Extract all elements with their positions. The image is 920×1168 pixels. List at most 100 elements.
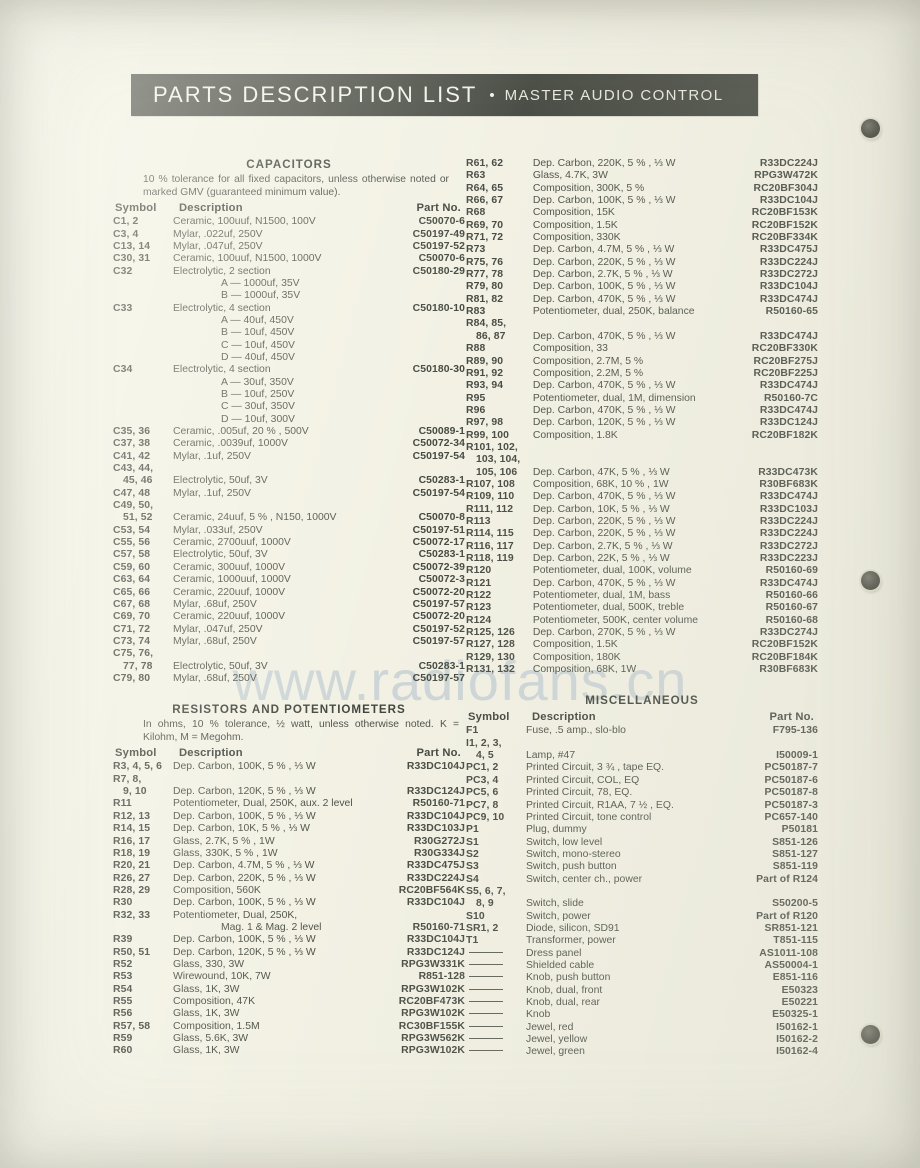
cell-part-no: PC50187-7 xyxy=(764,762,818,774)
cell-part-no: S50200-5 xyxy=(772,898,818,910)
cell-description: Dep. Carbon, 4.7M, 5 % , ⅓ W xyxy=(173,860,315,872)
cell-symbol xyxy=(113,389,173,401)
table-row: C73, 74 Mylar, .68uf, 250V C50197-57 xyxy=(113,636,465,648)
cell-symbol: R30 xyxy=(113,897,133,909)
cell-part-no: R33DC272J xyxy=(759,269,818,281)
table-row: R26, 27 Dep. Carbon, 220K, 5 % , ⅓ W R33DC… xyxy=(113,873,465,885)
cell-symbol: C69, 70 xyxy=(113,611,151,623)
cell-description: Knob, push button xyxy=(526,972,611,984)
cell-symbol: R101, 102, xyxy=(466,441,518,453)
table-row: R123 Potentiometer, dual, 500K, treble R50… xyxy=(466,602,818,614)
cell-part-no xyxy=(389,377,465,389)
cell-description: Dep. Carbon, 2.7K, 5 % , ⅓ W xyxy=(532,540,673,552)
section-note: In ohms, 10 % tolerance, ½ watt, unless … xyxy=(143,719,459,743)
table-header-row: Symbol Description Part No. xyxy=(466,710,818,725)
cell-description: B — 1000uf, 35V xyxy=(221,290,301,302)
cell-description: Dep. Carbon, 470K, 5 % , ⅓ W xyxy=(532,330,676,342)
cell-symbol: 103, 104, xyxy=(476,454,521,466)
cell-symbol: R127, 128 xyxy=(466,639,515,651)
table-row: Dress panel AS1011-108 xyxy=(466,948,818,960)
table-row: C57, 58 Electrolytic, 50uf, 3V C50283-1 xyxy=(113,549,465,561)
cell-part-no: PC50187-8 xyxy=(764,787,818,799)
table-row: P1 Plug, dummy P50181 xyxy=(466,824,818,836)
cell-symbol: 77, 78 xyxy=(123,660,153,672)
column-header-description: Description xyxy=(532,711,596,724)
cell-part-no: C50197-51 xyxy=(412,524,465,536)
cell-part-no: C50197-57 xyxy=(412,635,465,647)
table-row: R89, 90 Composition, 2.7M, 5 % RC20BF275J xyxy=(466,356,818,368)
cell-symbol: R3, 4, 5, 6 xyxy=(113,761,163,773)
cell-description: Composition, 1.8K xyxy=(532,429,618,441)
table-row: 51, 52 Ceramic, 24uuf, 5 % , N150, 1000V C… xyxy=(113,512,465,524)
cell-part-no: R50160-71 xyxy=(412,921,465,933)
cell-symbol: C34 xyxy=(113,364,133,376)
table-row: R121 Dep. Carbon, 470K, 5 % , ⅓ W R33DC474… xyxy=(466,578,818,590)
table-row: 45, 46 Electrolytic, 50uf, 3V C50283-1 xyxy=(113,475,465,487)
cell-description: Switch, slide xyxy=(526,898,584,910)
page-title-bar: PARTS DESCRIPTION LIST • MASTER AUDIO CO… xyxy=(131,74,758,116)
cell-description: Dep. Carbon, 100K, 5 % , ⅓ W xyxy=(173,897,316,909)
cell-part-no: R30BF683K xyxy=(759,664,818,676)
dash-rule xyxy=(469,1013,503,1015)
table-row: C67, 68 Mylar, .68uf, 250V C50197-57 xyxy=(113,599,465,611)
cell-part-no: AS50004-1 xyxy=(764,959,818,971)
cell-description: Potentiometer, dual, 1M, bass xyxy=(532,590,671,602)
cell-description: Electrolytic, 4 section xyxy=(173,364,271,376)
column-header-symbol: Symbol xyxy=(115,747,157,760)
cell-symbol: R16, 17 xyxy=(113,835,151,847)
cell-symbol: C73, 74 xyxy=(113,635,151,647)
cell-symbol: R88 xyxy=(466,343,486,355)
cell-symbol: S3 xyxy=(466,861,479,873)
cell-part-no: E851-116 xyxy=(772,972,818,984)
cell-symbol: 4, 5 xyxy=(476,750,494,762)
cell-description: Lamp, #47 xyxy=(526,750,576,762)
cell-part-no: C50197-52 xyxy=(412,623,465,635)
cell-symbol: R121 xyxy=(466,577,492,589)
cell-part-no: C50283-1 xyxy=(418,660,465,672)
cell-symbol: S2 xyxy=(466,848,479,860)
table-row: R55 Composition, 47K RC20BF473K xyxy=(113,996,465,1008)
cell-symbol: R66, 67 xyxy=(466,195,504,207)
cell-description: Dep. Carbon, 470K, 5 % , ⅓ W xyxy=(532,404,676,416)
cell-symbol: R56 xyxy=(113,1008,133,1020)
cell-description: Mylar, .1uf, 250V xyxy=(173,450,251,462)
cell-symbol: T1 xyxy=(466,935,479,947)
cell-part-no: RC20BF152K xyxy=(751,639,818,651)
table-row: Knob E50325-1 xyxy=(466,1009,818,1021)
table-row: B — 10uf, 250V xyxy=(113,389,465,401)
cell-symbol: R83 xyxy=(466,306,486,318)
cell-description: Composition, 33 xyxy=(532,343,608,355)
cell-description: Dep. Carbon, 470K, 5 % , ⅓ W xyxy=(532,577,676,589)
cell-description xyxy=(173,648,389,660)
cell-symbol: C63, 64 xyxy=(113,574,151,586)
column-header-symbol: Symbol xyxy=(115,202,157,215)
cell-description: Composition, 330K xyxy=(532,232,621,244)
cell-symbol: C1, 2 xyxy=(113,216,139,228)
page-subtitle: MASTER AUDIO CONTROL xyxy=(504,86,724,104)
cell-description: Electrolytic, 4 section xyxy=(173,302,271,314)
cell-part-no: R50160-71 xyxy=(412,798,465,810)
cell-symbol: PC5, 6 xyxy=(466,787,499,799)
table-row: Jewel, yellow I50162-2 xyxy=(466,1034,818,1046)
cell-symbol xyxy=(466,1046,526,1058)
table-row: B — 1000uf, 35V xyxy=(113,290,465,302)
cell-part-no: RC20BF225J xyxy=(753,367,818,379)
cell-symbol: R52 xyxy=(113,958,133,970)
cell-symbol: R89, 90 xyxy=(466,355,504,367)
cell-symbol: R93, 94 xyxy=(466,380,504,392)
table-row: R101, 102, xyxy=(466,442,818,454)
cell-description: Dep. Carbon, 100K, 5 % , ⅓ W xyxy=(173,934,316,946)
table-row: C35, 36 Ceramic, .005uf, 20 % , 500V C5008… xyxy=(113,426,465,438)
cell-description xyxy=(533,454,737,466)
cell-description: Ceramic, .005uf, 20 % , 500V xyxy=(173,426,309,438)
cell-description: Ceramic, 24uuf, 5 % , N150, 1000V xyxy=(173,512,337,524)
cell-description: Electrolytic, 50uf, 3V xyxy=(173,475,268,487)
table-row: R20, 21 Dep. Carbon, 4.7M, 5 % , ⅓ W R33DC… xyxy=(113,860,465,872)
cell-part-no: C50072-39 xyxy=(412,561,465,573)
table-row: R56 Glass, 1K, 3W RPG3W102K xyxy=(113,1008,465,1020)
cell-part-no: C50197-52 xyxy=(412,240,465,252)
cell-symbol: R129, 130 xyxy=(466,651,515,663)
cell-part-no: C50072-17 xyxy=(412,537,465,549)
cell-symbol xyxy=(466,948,526,960)
table-row: C71, 72 Mylar, .047uf, 250V C50197-52 xyxy=(113,624,465,636)
